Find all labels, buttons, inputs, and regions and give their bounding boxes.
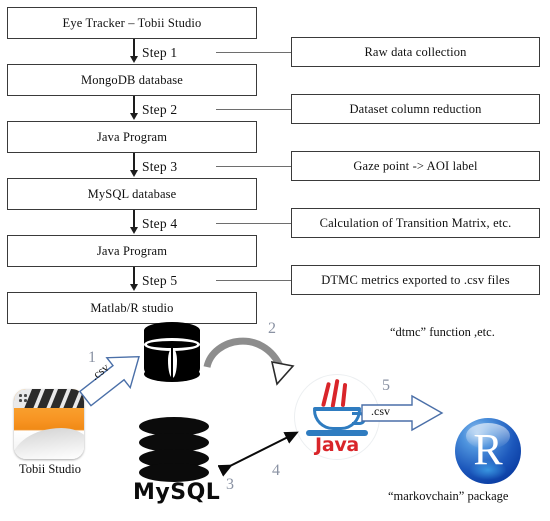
marker-number-5: 5 [382,377,390,394]
pipeline-box-label: Matlab/R studio [90,300,174,315]
note-box-step-1: Raw data collection [291,37,540,67]
diagram-canvas: Eye Tracker – Tobii Studio MongoDB datab… [0,0,550,521]
dtmc-function-note: “dtmc” function ,etc. [390,325,495,339]
note-box-label: DTMC metrics exported to .csv files [321,272,510,287]
pipeline-box-mongodb: MongoDB database [7,64,257,96]
pipeline-box-label: MongoDB database [80,72,184,87]
tie-line-step-1 [216,52,291,54]
step-label-3: Step 3 [142,159,178,174]
r-project-icon: R [455,418,521,484]
note-box-label: Dataset column reduction [349,101,482,116]
pipeline-box-label: Eye Tracker – Tobii Studio [62,15,202,30]
connector-line-step-5 [133,267,135,285]
marker-number-3: 3 [226,476,234,493]
curved-arrow-mongodb-to-java [203,337,295,386]
pipeline-box-label: MySQL database [87,186,177,201]
note-box-step-2: Dataset column reduction [291,94,540,124]
note-box-label: Calculation of Transition Matrix, etc. [319,215,512,230]
connector-line-step-2 [133,96,135,114]
clapperboard-wave [14,423,84,459]
connector-line-step-3 [133,153,135,171]
tie-line-step-5 [216,280,291,282]
mysql-icon: MySQL [133,417,221,507]
note-box-step-3: Gaze point -> AOI label [291,151,540,181]
tie-line-step-3 [216,166,291,168]
connector-arrowhead-step-2 [129,113,138,120]
step-label-2: Step 2 [142,102,178,117]
connector-arrowhead-step-1 [129,56,138,63]
marker-number-2: 2 [268,320,276,337]
r-letter: R [473,424,503,474]
mongodb-leaf-midrib [171,348,173,378]
note-box-label: Gaze point -> AOI label [353,158,478,173]
pipeline-box-java-program-2: Java Program [7,235,257,267]
step-label-4: Step 4 [142,216,178,231]
pipeline-box-java-program-1: Java Program [7,121,257,153]
connector-line-step-1 [133,39,135,57]
double-arrow-mysql-java [218,431,299,477]
pipeline-box-matlab-r-studio: Matlab/R studio [7,292,257,324]
pipeline-box-mysql: MySQL database [7,178,257,210]
mysql-wordmark: MySQL [133,480,221,505]
csv-label-step-5: .csv [371,404,390,418]
java-wordmark: Java [315,434,359,456]
pipeline-box-eye-tracker: Eye Tracker – Tobii Studio [7,7,257,39]
marker-number-4: 4 [272,462,280,479]
connector-arrowhead-step-4 [129,227,138,234]
clapperboard-dots [19,394,29,403]
connector-arrowhead-step-3 [129,170,138,177]
tobii-studio-label: Tobii Studio [19,462,81,476]
note-box-step-5: DTMC metrics exported to .csv files [291,265,540,295]
tie-line-step-4 [216,223,291,225]
note-box-step-4: Calculation of Transition Matrix, etc. [291,208,540,238]
tie-line-step-2 [216,109,291,111]
markovchain-package-note: “markovchain” package [388,489,509,503]
marker-number-1: 1 [88,349,96,366]
pipeline-box-label: Java Program [96,243,168,258]
note-box-label: Raw data collection [364,44,467,59]
pipeline-box-label: Java Program [96,129,168,144]
csv-arrow-tobii-to-mongodb [78,355,140,407]
step-label-5: Step 5 [142,273,178,288]
step-label-1: Step 1 [142,45,178,60]
connector-arrowhead-step-5 [129,284,138,291]
connector-line-step-4 [133,210,135,228]
